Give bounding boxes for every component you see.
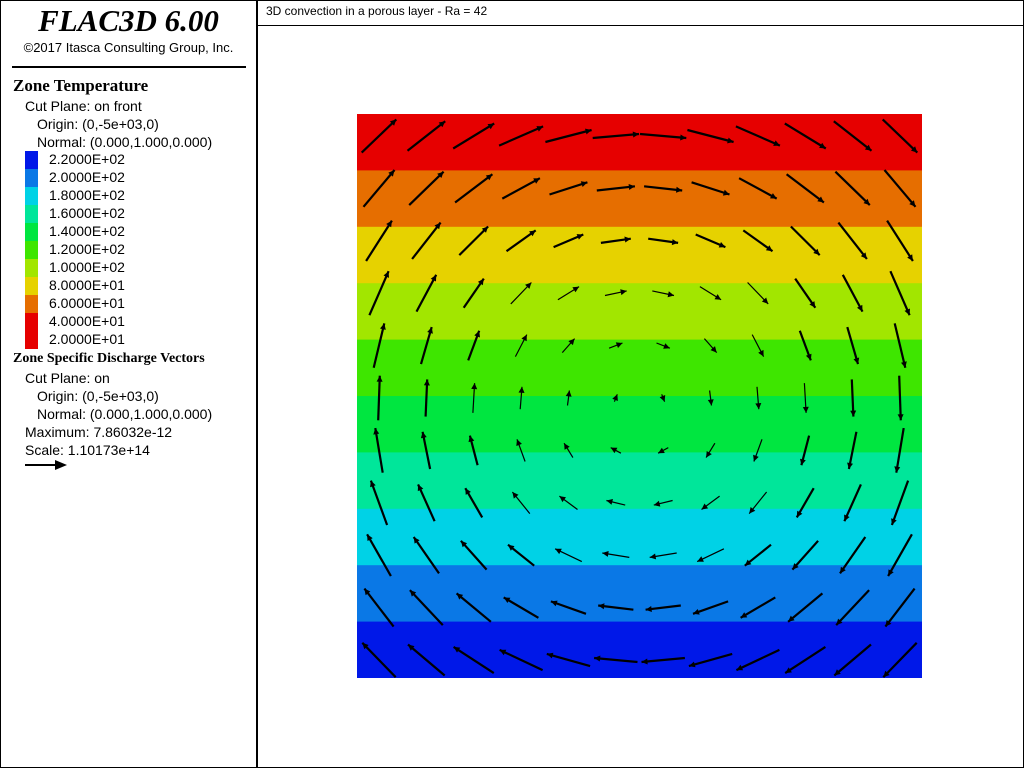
colorbar-swatch [25, 205, 38, 223]
legend-panel: FLAC3D 6.00 ©2017 Itasca Consulting Grou… [1, 1, 258, 767]
colorbar-label: 1.8000E+02 [49, 187, 125, 203]
colorbar-swatch [25, 259, 38, 277]
vectors-normal: Normal: (0.000,1.000,0.000) [37, 406, 213, 422]
colorbar-label: 2.2000E+02 [49, 151, 125, 167]
temperature-band [357, 452, 922, 510]
temperature-origin: Origin: (0,-5e+03,0) [37, 116, 159, 132]
vectors-maximum: Maximum: 7.86032e-12 [25, 424, 173, 440]
temperature-band [357, 170, 922, 228]
plot-title-bar: 3D convection in a porous layer - Ra = 4… [258, 1, 1023, 26]
temperature-band [357, 226, 922, 284]
temperature-cut-plane: Cut Plane: on front [25, 98, 142, 114]
colorbar-label: 1.2000E+02 [49, 241, 125, 257]
colorbar-swatch [25, 223, 38, 241]
plot-title: 3D convection in a porous layer - Ra = 4… [266, 4, 488, 18]
temperature-contour-plot [357, 114, 922, 678]
temperature-normal: Normal: (0.000,1.000,0.000) [37, 134, 213, 150]
scale-arrow-icon [25, 460, 67, 470]
app-copyright: ©2017 Itasca Consulting Group, Inc. [23, 40, 234, 55]
vectors-legend-title: Zone Specific Discharge Vectors [13, 351, 205, 366]
temperature-band [357, 283, 922, 341]
legend-divider [12, 66, 246, 68]
colorbar-label: 6.0000E+01 [49, 295, 125, 311]
colorbar-label: 2.0000E+01 [49, 331, 125, 347]
temperature-legend-title: Zone Temperature [13, 76, 149, 95]
colorbar-swatch [25, 187, 38, 205]
app-title: FLAC3D 6.00 [38, 3, 219, 38]
colorbar-label: 2.0000E+02 [49, 169, 125, 185]
colorbar-swatch [25, 331, 38, 349]
colorbar-label: 1.6000E+02 [49, 205, 125, 221]
colorbar-swatch [25, 313, 38, 331]
temperature-band [357, 339, 922, 397]
colorbar-swatch [25, 277, 38, 295]
temperature-band [357, 565, 922, 623]
colorbar-swatch [25, 295, 38, 313]
colorbar-swatch [25, 169, 38, 187]
colorbar-swatch [25, 151, 38, 169]
vectors-cut-plane: Cut Plane: on [25, 370, 110, 386]
colorbar-swatch [25, 241, 38, 259]
colorbar-label: 8.0000E+01 [49, 277, 125, 293]
colorbar-label: 4.0000E+01 [49, 313, 125, 329]
temperature-band [357, 508, 922, 566]
temperature-band [357, 621, 922, 678]
temperature-band [357, 396, 922, 453]
vectors-origin: Origin: (0,-5e+03,0) [37, 388, 159, 404]
colorbar-label: 1.4000E+02 [49, 223, 125, 239]
colorbar-label: 1.0000E+02 [49, 259, 125, 275]
